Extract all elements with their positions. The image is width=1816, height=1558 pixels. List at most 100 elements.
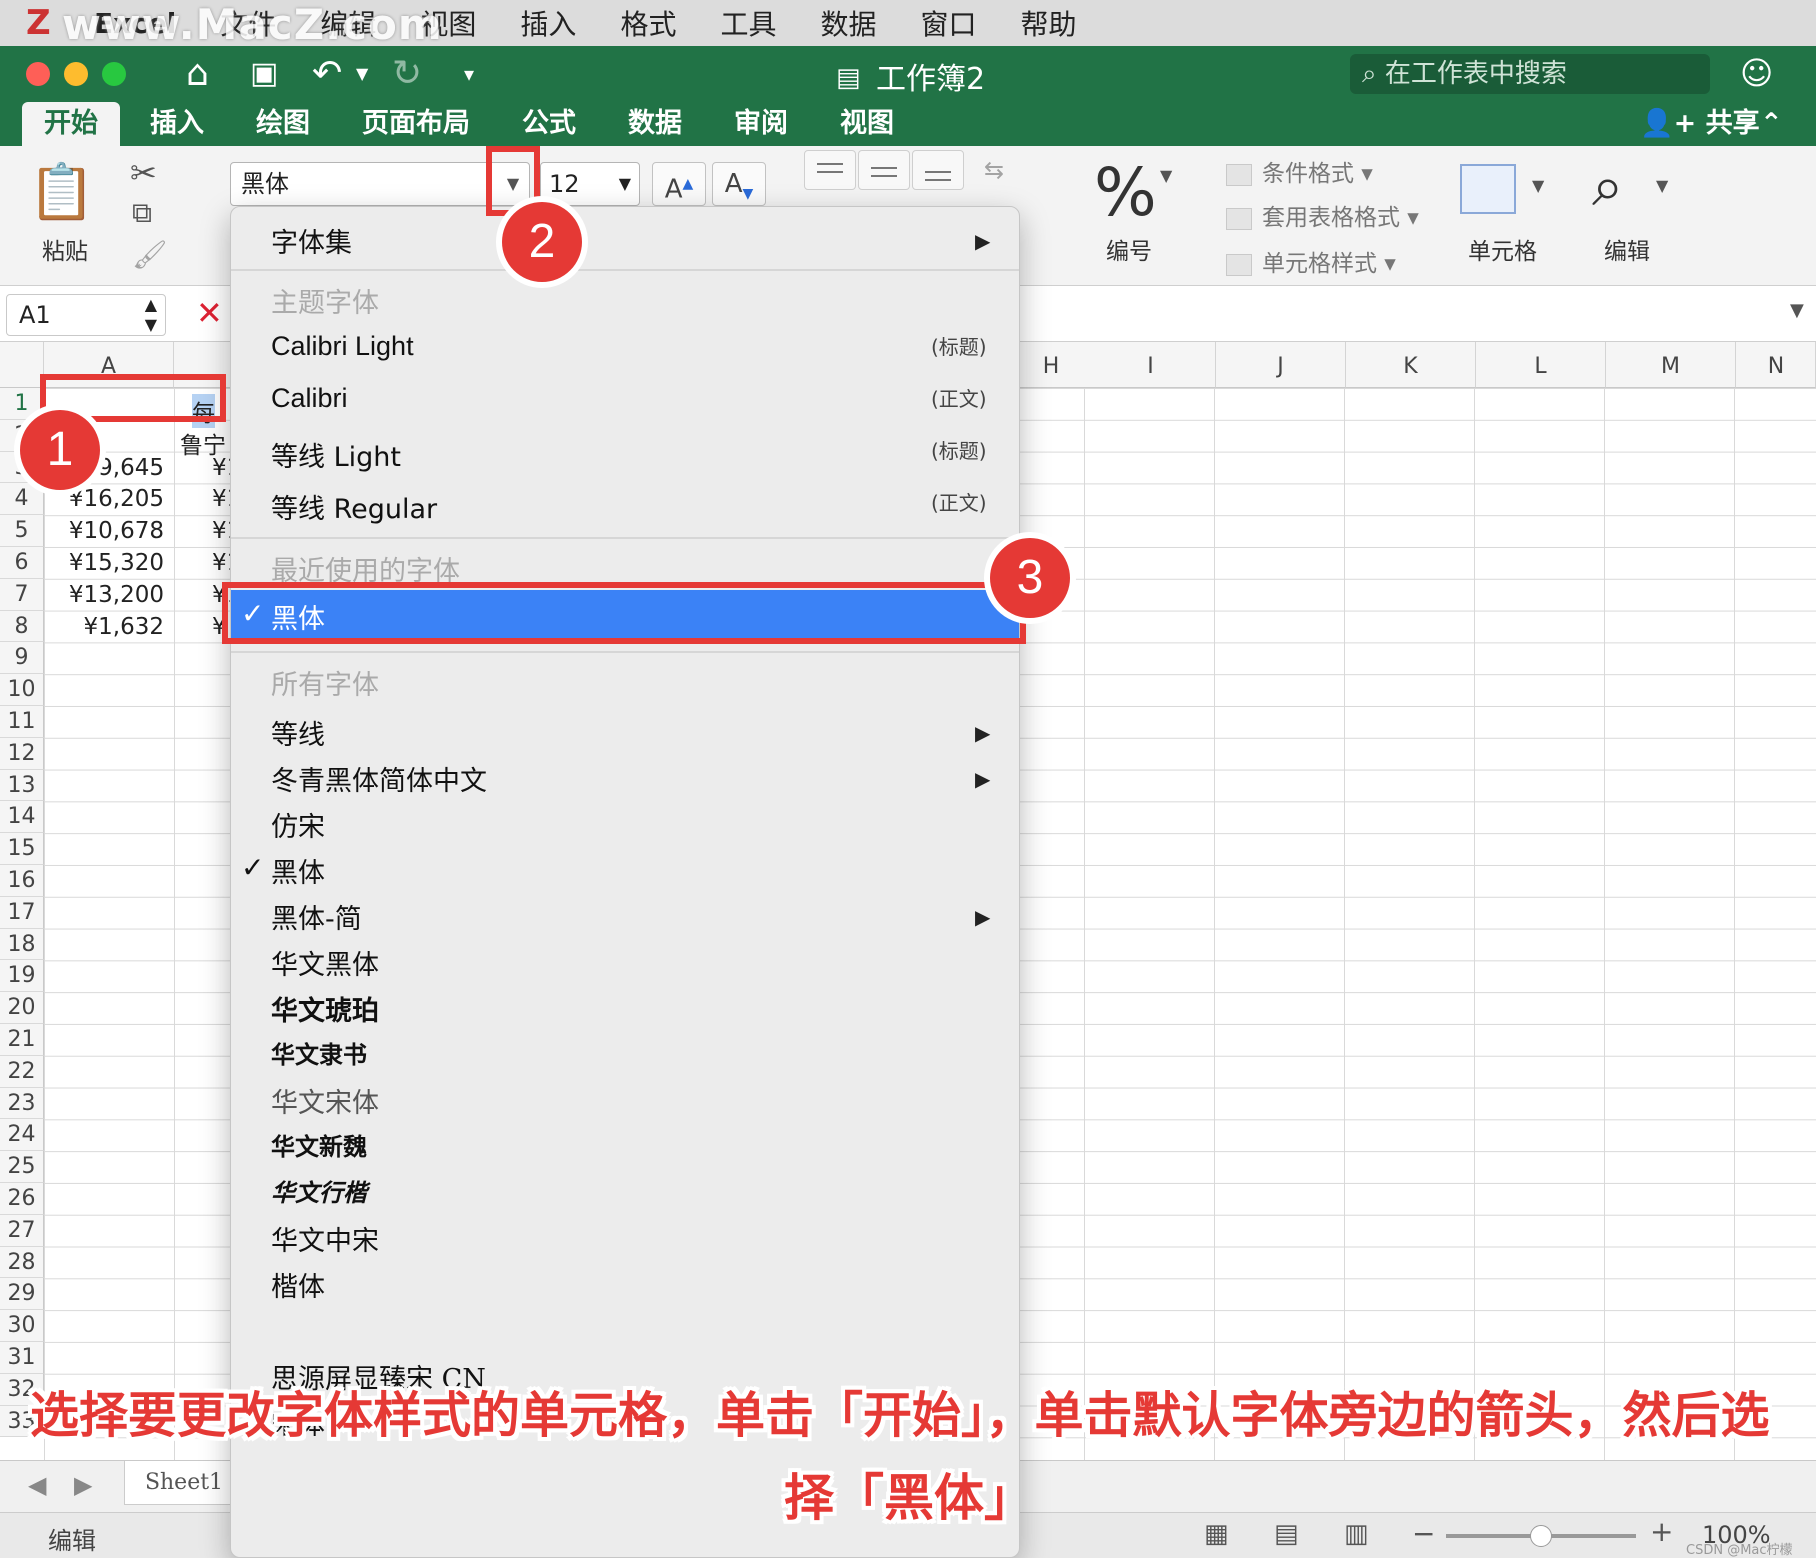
cell-a-value[interactable]: ¥15,320 [44,550,164,576]
align-bottom-button[interactable] [912,150,964,190]
menu-item-calibri[interactable]: Calibri [271,383,348,414]
undo-dropdown-icon[interactable]: ▼ [356,52,368,96]
menu-item-font[interactable]: 楷体 [271,1265,325,1304]
row-header[interactable]: 4 [0,483,44,516]
normal-view-icon[interactable]: ▦ [1204,1519,1229,1549]
row-header[interactable]: 25 [0,1151,44,1183]
cell-a-value[interactable]: ¥10,678 [44,518,164,544]
share-button[interactable]: 👤+ 共享 [1640,102,1760,146]
row-header[interactable]: 17 [0,896,44,929]
tab-draw[interactable]: 绘图 [256,102,310,146]
cell-a-value[interactable]: ¥16,205 [44,486,164,512]
paste-icon[interactable]: 📋 [28,160,95,224]
row-header[interactable]: 7 [0,578,44,611]
cancel-edit-icon[interactable]: ✕ [196,294,223,332]
menu-window[interactable]: 窗口 [920,3,976,43]
table-format-button[interactable]: 套用表格格式 ▾ [1226,198,1419,232]
close-window-button[interactable] [26,62,50,86]
menu-format[interactable]: 格式 [620,3,676,43]
decrease-font-button[interactable]: A▼ [712,162,766,206]
cut-icon[interactable]: ✂ [130,154,157,192]
row-header[interactable]: 29 [0,1278,44,1311]
tab-data[interactable]: 数据 [628,102,682,146]
menu-help[interactable]: 帮助 [1021,3,1077,43]
copy-icon[interactable]: ⧉ [132,196,152,230]
row-header[interactable]: 22 [0,1055,44,1088]
tab-view[interactable]: 视图 [840,102,894,146]
zoom-slider-thumb[interactable] [1530,1525,1552,1547]
menu-item-font-set[interactable]: 字体集 [271,221,352,260]
customize-toolbar-icon[interactable]: ▾ [464,52,474,96]
menu-item-font[interactable]: 华文琥珀 [271,989,379,1028]
menu-item-font[interactable]: 等线 [271,713,325,752]
menu-item-calibri-light[interactable]: Calibri Light [271,331,414,362]
row-header[interactable]: 19 [0,960,44,993]
row-header[interactable]: 26 [0,1183,44,1215]
menu-item-font[interactable]: 黑体-简 [271,897,362,936]
prev-sheet-icon[interactable]: ◀ [28,1471,46,1499]
font-name-box[interactable]: 黑体 [230,162,530,206]
align-middle-button[interactable] [858,150,910,190]
row-header[interactable]: 20 [0,992,44,1024]
menu-item-font[interactable]: 华文新魏 [271,1127,367,1162]
tab-page-layout[interactable]: 页面布局 [362,102,470,146]
row-header[interactable]: 31 [0,1342,44,1374]
cell-a-value[interactable]: ¥13,200 [44,582,164,608]
column-header-j[interactable]: J [1216,342,1346,388]
cell-style-button[interactable]: 单元格样式 ▾ [1226,244,1396,278]
column-header-h[interactable]: H [1016,342,1086,388]
name-box-stepper-icon[interactable]: ▲ ▼ [145,295,157,335]
undo-icon[interactable]: ↶ [312,52,342,96]
menu-tools[interactable]: 工具 [720,3,776,43]
cell-b2[interactable]: 鲁宁 [180,426,226,460]
column-header-l[interactable]: L [1476,342,1606,388]
row-header[interactable]: 9 [0,642,44,675]
row-header[interactable]: 16 [0,865,44,897]
font-size-box[interactable]: 12 ▼ [540,162,640,206]
menu-item-font[interactable]: 冬青黑体简体中文 [271,759,487,798]
row-header[interactable]: 30 [0,1310,44,1342]
number-format-dropdown-icon[interactable]: ▼ [1160,166,1172,185]
row-header[interactable]: 28 [0,1246,44,1279]
minimize-window-button[interactable] [64,62,88,86]
increase-font-button[interactable]: A▲ [652,162,706,206]
tab-insert[interactable]: 插入 [150,102,204,146]
menu-item-dengxian-light[interactable]: 等线 Light [271,435,401,474]
name-box[interactable]: A1 ▲ ▼ [6,294,166,336]
search-edit-icon[interactable]: ⌕ [1592,154,1623,220]
number-format-icon[interactable]: % [1094,154,1157,231]
menu-item-font[interactable]: 华文中宋 [271,1219,379,1258]
column-header-k[interactable]: K [1346,342,1476,388]
row-header[interactable]: 10 [0,674,44,706]
search-input[interactable]: ⌕ 在工作表中搜索 [1350,54,1710,94]
expand-formula-icon[interactable]: ▼ [1790,300,1804,321]
row-header[interactable]: 5 [0,515,44,547]
select-all-corner[interactable] [0,342,44,388]
menu-item-font[interactable]: 仿宋 [271,805,325,844]
tab-formulas[interactable]: 公式 [522,102,576,146]
tab-home[interactable]: 开始 [22,102,120,146]
page-layout-view-icon[interactable]: ▤ [1274,1519,1299,1549]
menu-item-font[interactable]: 华文黑体 [271,943,379,982]
row-header[interactable]: 21 [0,1024,44,1056]
font-size-dropdown-icon[interactable]: ▼ [619,163,631,205]
format-painter-icon[interactable]: 🖌 [132,238,168,271]
edit-dropdown-icon[interactable]: ▼ [1656,176,1668,195]
home-icon[interactable]: ⌂ [186,52,209,96]
row-header[interactable]: 1 [0,388,44,420]
row-header[interactable]: 14 [0,801,44,834]
zoom-out-icon[interactable]: − [1412,1517,1435,1550]
save-icon[interactable]: ▣ [250,52,278,96]
next-sheet-icon[interactable]: ▶ [74,1471,92,1499]
zoom-in-icon[interactable]: + [1650,1515,1673,1548]
tab-review[interactable]: 审阅 [734,102,788,146]
align-top-button[interactable] [804,150,856,190]
row-header[interactable]: 8 [0,610,44,643]
row-header[interactable]: 12 [0,737,44,770]
row-header[interactable]: 13 [0,769,44,802]
menu-item-dengxian-regular[interactable]: 等线 Regular [271,487,437,526]
menu-data[interactable]: 数据 [820,3,876,43]
row-header[interactable]: 24 [0,1119,44,1152]
menu-item-font[interactable]: 华文隶书 [271,1035,367,1070]
column-header-n[interactable]: N [1736,342,1816,388]
